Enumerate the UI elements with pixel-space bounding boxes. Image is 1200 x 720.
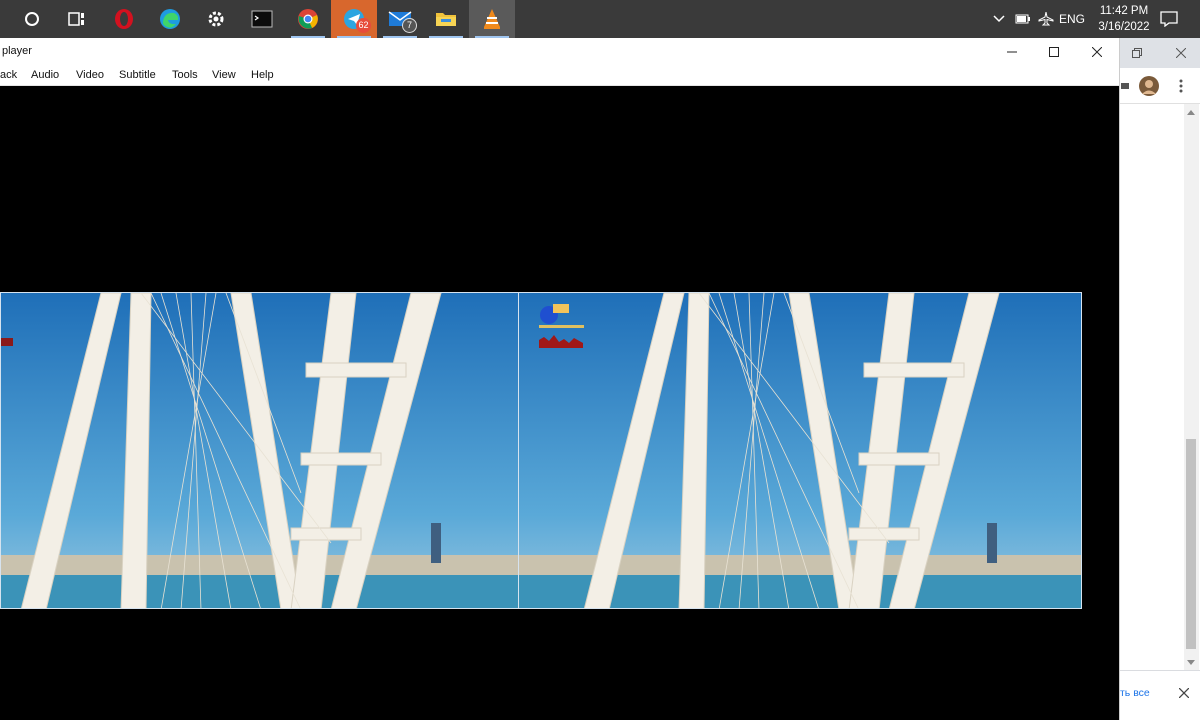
- extensions-icon[interactable]: [1120, 78, 1130, 94]
- chrome-window-partial: ть все: [1119, 38, 1200, 720]
- menu-tools[interactable]: Tools: [172, 69, 198, 81]
- clock-date: 3/16/2022: [1098, 21, 1150, 33]
- telegram-icon[interactable]: 62: [331, 0, 377, 38]
- edge-icon[interactable]: [147, 0, 193, 38]
- video-frame-right: [518, 292, 1082, 609]
- notifications-icon[interactable]: [1156, 0, 1182, 38]
- minimize-button[interactable]: [990, 38, 1034, 66]
- mail-icon[interactable]: 7: [377, 0, 423, 38]
- desktop: 62 7 ENG 11:42 PM 3/16/2022 player ack A…: [0, 0, 1200, 720]
- opera-icon[interactable]: [101, 0, 147, 38]
- airplane-mode-icon[interactable]: [1036, 0, 1056, 38]
- terminal-icon[interactable]: [239, 0, 285, 38]
- menu-bar: ack Audio Video Subtitle Tools View Help: [0, 66, 1119, 86]
- battery-icon[interactable]: [1013, 0, 1033, 38]
- maximize-button[interactable]: [1032, 38, 1076, 66]
- download-shelf: ть все: [1120, 670, 1200, 720]
- vlc-icon[interactable]: [469, 0, 515, 38]
- chrome-icon[interactable]: [285, 0, 331, 38]
- language-indicator[interactable]: ENG: [1058, 0, 1086, 38]
- menu-subtitle[interactable]: Subtitle: [119, 69, 156, 81]
- scrollbar-thumb[interactable]: [1186, 439, 1196, 649]
- settings-icon[interactable]: [193, 0, 239, 38]
- file-explorer-icon[interactable]: [423, 0, 469, 38]
- video-frame-left: [0, 292, 520, 609]
- cortana-icon[interactable]: [9, 0, 55, 38]
- window-title: player: [2, 45, 32, 57]
- avatar[interactable]: [1138, 75, 1160, 97]
- title-bar[interactable]: player: [0, 38, 1119, 66]
- video-area[interactable]: [0, 86, 1119, 720]
- chevron-up-icon[interactable]: [991, 0, 1007, 38]
- menu-audio[interactable]: Audio: [31, 69, 59, 81]
- scroll-up-icon[interactable]: [1186, 108, 1196, 116]
- chrome-toolbar: [1120, 68, 1200, 104]
- chrome-close-icon[interactable]: [1172, 44, 1190, 62]
- ferris-wheel-image: [1, 293, 519, 608]
- scroll-down-icon[interactable]: [1186, 658, 1196, 666]
- menu-video[interactable]: Video: [76, 69, 104, 81]
- taskbar: 62 7 ENG 11:42 PM 3/16/2022: [0, 0, 1200, 38]
- scrollbar[interactable]: [1184, 104, 1199, 670]
- restore-icon[interactable]: [1128, 44, 1146, 62]
- vlc-window: player ack Audio Video Subtitle Tools Vi…: [0, 38, 1119, 720]
- clock[interactable]: 11:42 PM 3/16/2022: [1094, 3, 1154, 35]
- menu-view[interactable]: View: [212, 69, 236, 81]
- ferris-wheel-image-duplicate: [519, 293, 1081, 608]
- mail-badge: 7: [402, 18, 417, 33]
- menu-playback[interactable]: ack: [0, 69, 17, 81]
- telegram-badge: 62: [356, 18, 371, 33]
- show-all-link[interactable]: ть все: [1120, 687, 1150, 699]
- close-button[interactable]: [1075, 38, 1119, 66]
- chrome-titlebar: [1120, 38, 1200, 68]
- menu-help[interactable]: Help: [251, 69, 274, 81]
- task-view-icon[interactable]: [54, 0, 100, 38]
- download-shelf-close-icon[interactable]: [1176, 685, 1192, 701]
- clock-time: 11:42 PM: [1099, 5, 1149, 17]
- more-menu-icon[interactable]: [1172, 76, 1190, 96]
